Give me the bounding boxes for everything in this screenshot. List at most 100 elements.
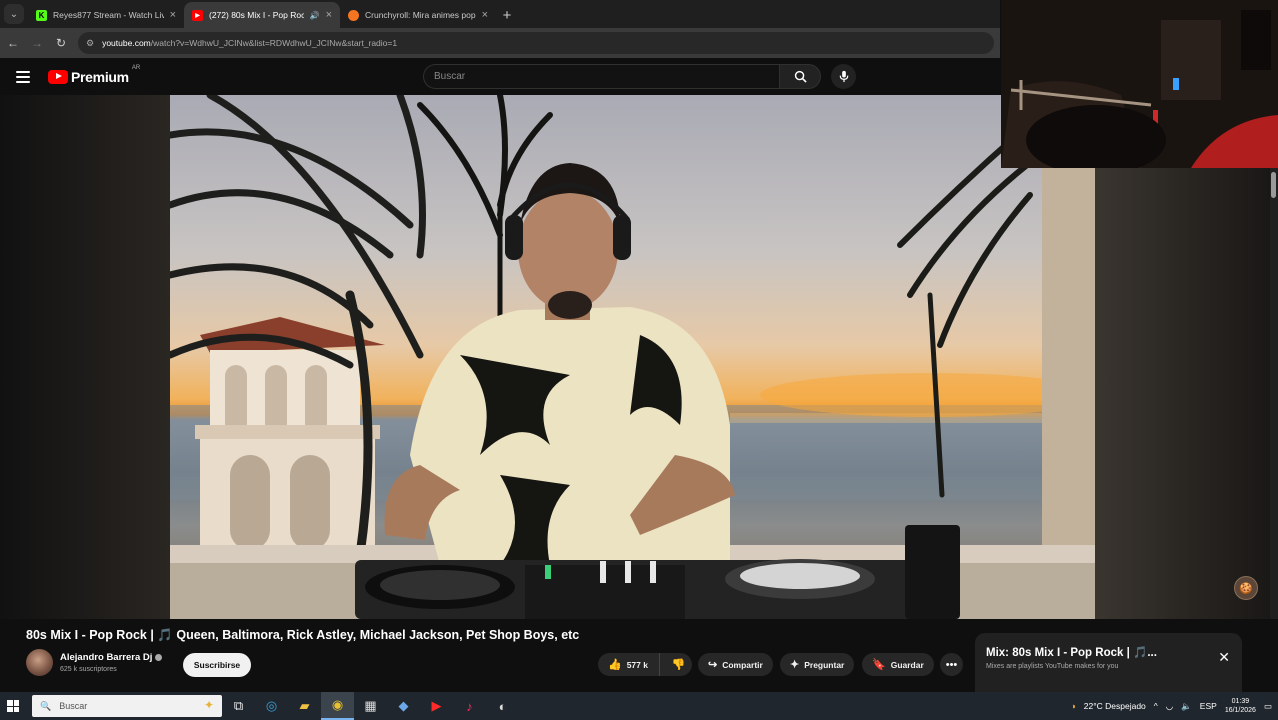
sparkle-icon: ✦ bbox=[790, 659, 800, 671]
like-dislike-group: 👍 577 k 👎 bbox=[598, 653, 692, 676]
close-tab-icon[interactable]: × bbox=[326, 9, 332, 21]
dislike-button[interactable]: 👎 bbox=[665, 658, 692, 671]
notification-icon[interactable]: ▭ bbox=[1264, 701, 1272, 712]
bookmark-icon: 🔖 bbox=[872, 659, 886, 671]
task-view-icon[interactable]: ⧉ bbox=[222, 692, 255, 720]
video-title: 80s Mix I - Pop Rock | 🎵 Queen, Baltimor… bbox=[26, 628, 580, 642]
mix-subtitle: Mixes are playlists YouTube makes for yo… bbox=[986, 663, 1119, 670]
voice-search-button[interactable] bbox=[831, 64, 856, 89]
close-tab-icon[interactable]: × bbox=[170, 9, 176, 21]
forward-icon[interactable]: → bbox=[30, 36, 44, 50]
mix-title: Mix: 80s Mix I - Pop Rock | 🎵... bbox=[986, 647, 1157, 659]
start-button[interactable] bbox=[0, 692, 26, 720]
video-frame bbox=[170, 95, 1095, 619]
search-placeholder: Buscar bbox=[434, 71, 466, 82]
search-icon bbox=[794, 70, 807, 83]
tab-kick[interactable]: K Reyes877 Stream - Watch Live o × bbox=[28, 2, 184, 28]
close-tab-icon[interactable]: × bbox=[482, 9, 488, 21]
share-icon: ↪ bbox=[708, 659, 718, 671]
search-input[interactable]: Buscar bbox=[423, 64, 779, 89]
obs-icon[interactable]: ◐ bbox=[486, 692, 519, 720]
share-button[interactable]: ↪ Compartir bbox=[698, 653, 773, 676]
tab-title: Crunchyroll: Mira animes popu bbox=[365, 10, 476, 20]
taskbar-search-placeholder: Buscar bbox=[59, 701, 88, 711]
like-button[interactable]: 👍 577 k bbox=[598, 653, 660, 676]
screen: { "browser": { "tabs": [ {"title": "Reye… bbox=[0, 0, 1278, 720]
clock-date: 16/1/2026 bbox=[1224, 707, 1256, 714]
new-tab-button[interactable]: + bbox=[496, 4, 518, 26]
channel-row: Alejandro Barrera Dj 625 k suscriptores bbox=[26, 649, 163, 676]
reload-icon[interactable]: ↻ bbox=[54, 36, 68, 50]
site-info-icon[interactable]: ⚙ bbox=[86, 38, 94, 49]
youtube-taskbar-icon[interactable]: ▶ bbox=[420, 692, 453, 720]
url-field[interactable]: ⚙ youtube.com/watch?v=WdhwU_JCINw&list=R… bbox=[78, 32, 994, 54]
webcam-overlay bbox=[1001, 0, 1278, 168]
ambient-right bbox=[1095, 168, 1270, 619]
video-player[interactable] bbox=[170, 95, 1095, 619]
weather-icon: ◑ bbox=[1070, 701, 1076, 711]
palm-center bbox=[417, 95, 553, 328]
youtube-play-icon bbox=[48, 69, 68, 84]
subscribe-button[interactable]: Suscribirse bbox=[183, 653, 251, 677]
tray-chevron-icon[interactable]: ^ bbox=[1154, 701, 1158, 711]
channel-avatar[interactable] bbox=[26, 649, 53, 676]
network-icon[interactable]: ◡ bbox=[1166, 701, 1173, 712]
taskbar-search-input[interactable]: 🔍 Buscar ✦ bbox=[32, 695, 222, 717]
share-label: Compartir bbox=[722, 659, 763, 670]
weather-text[interactable]: 22°C Despejado bbox=[1084, 701, 1146, 711]
thumbs-down-icon: 👎 bbox=[671, 659, 686, 671]
page-scrollbar[interactable] bbox=[1270, 168, 1278, 619]
speaker-icon[interactable]: 🔊 bbox=[310, 11, 320, 20]
search-button[interactable] bbox=[779, 64, 821, 89]
tab-youtube[interactable]: ▶ (272) 80s Mix I - Pop Rock | 🔊 × bbox=[184, 2, 340, 28]
scrollbar-thumb[interactable] bbox=[1271, 172, 1276, 198]
tab-crunchyroll[interactable]: Crunchyroll: Mira animes popu × bbox=[340, 2, 496, 28]
subscriber-count: 625 k suscriptores bbox=[60, 666, 117, 673]
tab-title: (272) 80s Mix I - Pop Rock | bbox=[209, 10, 304, 20]
tab-search-button[interactable]: ⌄ bbox=[4, 4, 24, 24]
url-path: /watch?v=WdhwU_JCINw&list=RDWdhwU_JCINw&… bbox=[150, 38, 398, 48]
channel-name-row[interactable]: Alejandro Barrera Dj bbox=[60, 652, 163, 663]
channel-name[interactable]: Alejandro Barrera Dj bbox=[60, 652, 152, 663]
verified-icon bbox=[155, 654, 163, 661]
chrome-icon[interactable]: ◉ bbox=[321, 692, 354, 720]
back-icon[interactable]: ← bbox=[6, 36, 20, 50]
windows-taskbar: 🔍 Buscar ✦ ⧉ ◎ ▰ ◉ ▦ ◆ ▶ ♪ ◐ ◑ 22°C Desp… bbox=[0, 692, 1278, 720]
watch-metadata: 80s Mix I - Pop Rock | 🎵 Queen, Baltimor… bbox=[0, 619, 1278, 693]
youtube-masthead: Premium AR Buscar bbox=[0, 58, 1000, 95]
tiktok-icon[interactable]: ♪ bbox=[453, 692, 486, 720]
sticker-icon[interactable]: 🍪 bbox=[1234, 576, 1258, 600]
volume-icon[interactable]: 🔈 bbox=[1181, 701, 1192, 712]
save-button[interactable]: 🔖 Guardar bbox=[862, 653, 934, 676]
menu-icon[interactable] bbox=[16, 70, 30, 83]
address-bar-row: ← → ↻ ⚙ youtube.com/watch?v=WdhwU_JCINw&… bbox=[0, 28, 1000, 58]
calendar-icon[interactable]: ▦ bbox=[354, 692, 387, 720]
clock-time: 01:39 bbox=[1231, 698, 1250, 705]
url-host: youtube.com bbox=[102, 38, 151, 48]
clock[interactable]: 01:39 16/1/2026 bbox=[1225, 697, 1256, 715]
dj-figure bbox=[384, 163, 735, 565]
youtube-icon: ▶ bbox=[192, 9, 203, 21]
youtube-logo[interactable]: Premium AR bbox=[48, 65, 140, 85]
tab-title: Reyes877 Stream - Watch Live o bbox=[53, 10, 164, 20]
save-label: Guardar bbox=[890, 659, 924, 670]
language-indicator[interactable]: ESP bbox=[1200, 701, 1217, 711]
channel-info: Alejandro Barrera Dj 625 k suscriptores bbox=[60, 652, 163, 673]
windows-icon bbox=[7, 700, 19, 712]
more-actions-button[interactable]: ••• bbox=[940, 653, 963, 676]
close-icon[interactable]: ✕ bbox=[1218, 649, 1230, 666]
search-bar: Buscar bbox=[423, 64, 856, 89]
brand-label: Premium bbox=[71, 68, 129, 85]
system-tray: ◑ 22°C Despejado ^ ◡ 🔈 ESP 01:39 16/1/20… bbox=[1071, 692, 1278, 720]
more-icon: ••• bbox=[945, 658, 958, 671]
mix-playlist-panel[interactable]: Mix: 80s Mix I - Pop Rock | 🎵... Mixes a… bbox=[975, 633, 1242, 693]
kick-icon: K bbox=[36, 9, 47, 21]
gazebo-shape bbox=[195, 317, 385, 554]
ask-button[interactable]: ✦ Preguntar bbox=[780, 653, 855, 676]
file-explorer-icon[interactable]: ▰ bbox=[288, 692, 321, 720]
app-icon[interactable]: ◆ bbox=[387, 692, 420, 720]
webcam-frame bbox=[1001, 0, 1278, 168]
like-count: 577 k bbox=[626, 659, 648, 670]
edge-icon[interactable]: ◎ bbox=[255, 692, 288, 720]
browser-tab-strip: ⌄ K Reyes877 Stream - Watch Live o × ▶ (… bbox=[0, 0, 1000, 28]
